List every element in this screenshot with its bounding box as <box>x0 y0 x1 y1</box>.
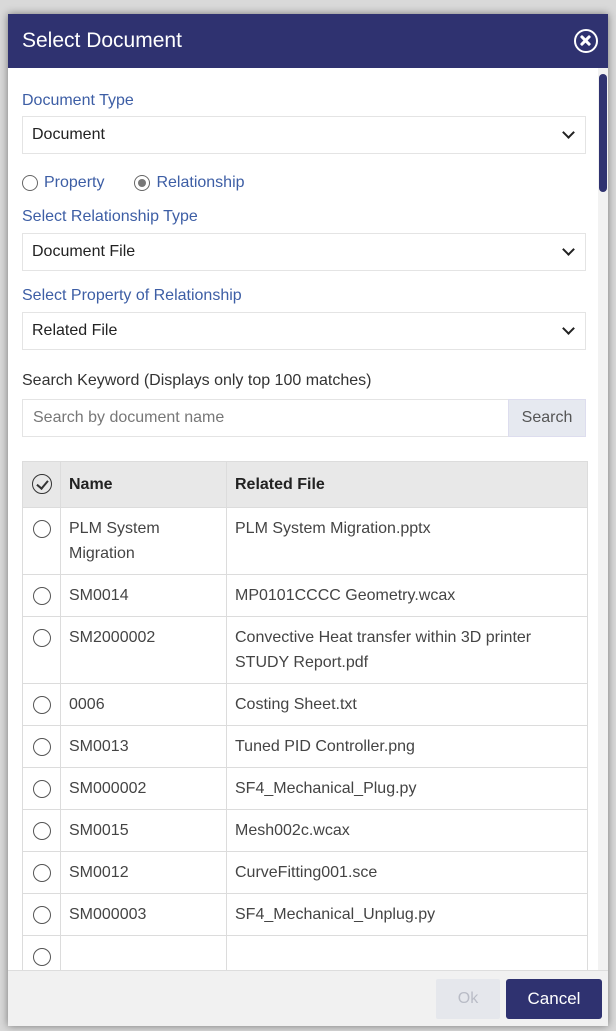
table-row[interactable]: SM000003 SF4_Mechanical_Unplug.py <box>22 893 588 936</box>
row-select-cell <box>22 809 61 852</box>
table-row[interactable]: SM0013 Tuned PID Controller.png <box>22 725 588 768</box>
row-name: SM000002 <box>60 767 227 810</box>
name-column-header[interactable]: Name <box>60 461 227 508</box>
row-select-cell <box>22 767 61 810</box>
row-select-cell <box>22 725 61 768</box>
row-radio[interactable] <box>32 520 51 538</box>
check-circle-icon[interactable] <box>31 474 52 494</box>
relationship-type-label: Select Relationship Type <box>22 208 198 225</box>
relationship-property-select[interactable]: Related File <box>22 312 586 350</box>
dialog-title: Select Document <box>22 29 182 52</box>
row-select-cell <box>22 507 61 575</box>
search-button[interactable]: Search <box>508 399 586 437</box>
row-name <box>60 935 227 970</box>
row-radio[interactable] <box>32 948 51 966</box>
row-name: SM0013 <box>60 725 227 768</box>
row-related-file: Costing Sheet.txt <box>226 683 588 726</box>
table-row[interactable]: SM0012 CurveFitting001.sce <box>22 851 588 894</box>
row-related-file: PLM System Migration.pptx <box>226 507 588 575</box>
select-all-header <box>22 461 61 508</box>
row-select-cell <box>22 683 61 726</box>
chevron-down-icon <box>562 243 575 256</box>
row-related-file: MP0101CCCC Geometry.wcax <box>226 574 588 617</box>
row-select-cell <box>22 893 61 936</box>
row-related-file <box>226 935 588 970</box>
row-related-file: SF4_Mechanical_Plug.py <box>226 767 588 810</box>
row-related-file: Mesh002c.wcax <box>226 809 588 852</box>
table-row[interactable]: 0006 Costing Sheet.txt <box>22 683 588 726</box>
vertical-scrollbar[interactable] <box>598 68 608 970</box>
row-radio[interactable] <box>32 906 51 924</box>
chevron-down-icon <box>562 126 575 139</box>
search-input[interactable] <box>22 399 508 437</box>
ok-button[interactable]: Ok <box>436 978 500 1019</box>
row-related-file: Tuned PID Controller.png <box>226 725 588 768</box>
row-select-cell <box>22 574 61 617</box>
row-select-cell <box>22 935 61 970</box>
scrollbar-thumb[interactable] <box>599 74 607 192</box>
dialog-body: Document Type Document Property Relation… <box>8 68 598 970</box>
row-radio[interactable] <box>32 822 51 840</box>
relationship-type-select[interactable]: Document File <box>22 233 586 271</box>
row-related-file: SF4_Mechanical_Unplug.py <box>226 893 588 936</box>
document-type-value: Document <box>32 126 105 143</box>
row-radio[interactable] <box>32 587 51 605</box>
dialog-footer: Ok Cancel <box>8 970 608 1026</box>
row-name: SM000003 <box>60 893 227 936</box>
cancel-button[interactable]: Cancel <box>506 978 602 1019</box>
table-row[interactable] <box>22 935 588 970</box>
table-row[interactable]: SM2000002 Convective Heat transfer withi… <box>22 616 588 684</box>
property-radio[interactable] <box>22 175 38 191</box>
row-name: SM0014 <box>60 574 227 617</box>
row-name: SM2000002 <box>60 616 227 684</box>
row-related-file: CurveFitting001.sce <box>226 851 588 894</box>
search-keyword-label: Search Keyword (Displays only top 100 ma… <box>22 372 372 389</box>
row-name: SM0012 <box>60 851 227 894</box>
documents-table: Name Related File PLM System Migration P… <box>22 461 588 970</box>
close-icon[interactable] <box>574 29 598 53</box>
relationship-property-label: Select Property of Relationship <box>22 287 242 304</box>
row-name: SM0015 <box>60 809 227 852</box>
document-type-label: Document Type <box>22 92 134 109</box>
table-row[interactable]: PLM System Migration PLM System Migratio… <box>22 507 588 575</box>
relationship-type-value: Document File <box>32 243 136 260</box>
property-radio-label: Property <box>44 174 105 191</box>
related-file-column-header[interactable]: Related File <box>226 461 588 508</box>
row-radio[interactable] <box>32 780 51 798</box>
property-radio-option[interactable]: Property <box>22 174 104 192</box>
chevron-down-icon <box>562 322 575 335</box>
table-header-row: Name Related File <box>22 461 588 508</box>
row-name: 0006 <box>60 683 227 726</box>
relationship-property-value: Related File <box>32 322 118 339</box>
mode-radio-group: Property Relationship <box>22 171 586 195</box>
dialog-header: Select Document <box>8 14 608 68</box>
relationship-radio[interactable] <box>134 175 151 191</box>
row-radio[interactable] <box>32 696 51 714</box>
document-type-select[interactable]: Document <box>22 116 586 154</box>
row-name: PLM System Migration <box>60 507 227 575</box>
table-row[interactable]: SM0014 MP0101CCCC Geometry.wcax <box>22 574 588 617</box>
relationship-radio-option[interactable]: Relationship <box>134 174 245 192</box>
row-select-cell <box>22 851 61 894</box>
row-radio[interactable] <box>32 864 51 882</box>
row-related-file: Convective Heat transfer within 3D print… <box>226 616 588 684</box>
relationship-radio-label: Relationship <box>156 174 245 191</box>
table-row[interactable]: SM0015 Mesh002c.wcax <box>22 809 588 852</box>
table-row[interactable]: SM000002 SF4_Mechanical_Plug.py <box>22 767 588 810</box>
search-bar: Search <box>22 399 586 437</box>
row-radio[interactable] <box>32 629 51 647</box>
row-select-cell <box>22 616 61 684</box>
row-radio[interactable] <box>32 738 51 756</box>
select-document-dialog: Select Document Document Type Document P… <box>8 14 608 1026</box>
